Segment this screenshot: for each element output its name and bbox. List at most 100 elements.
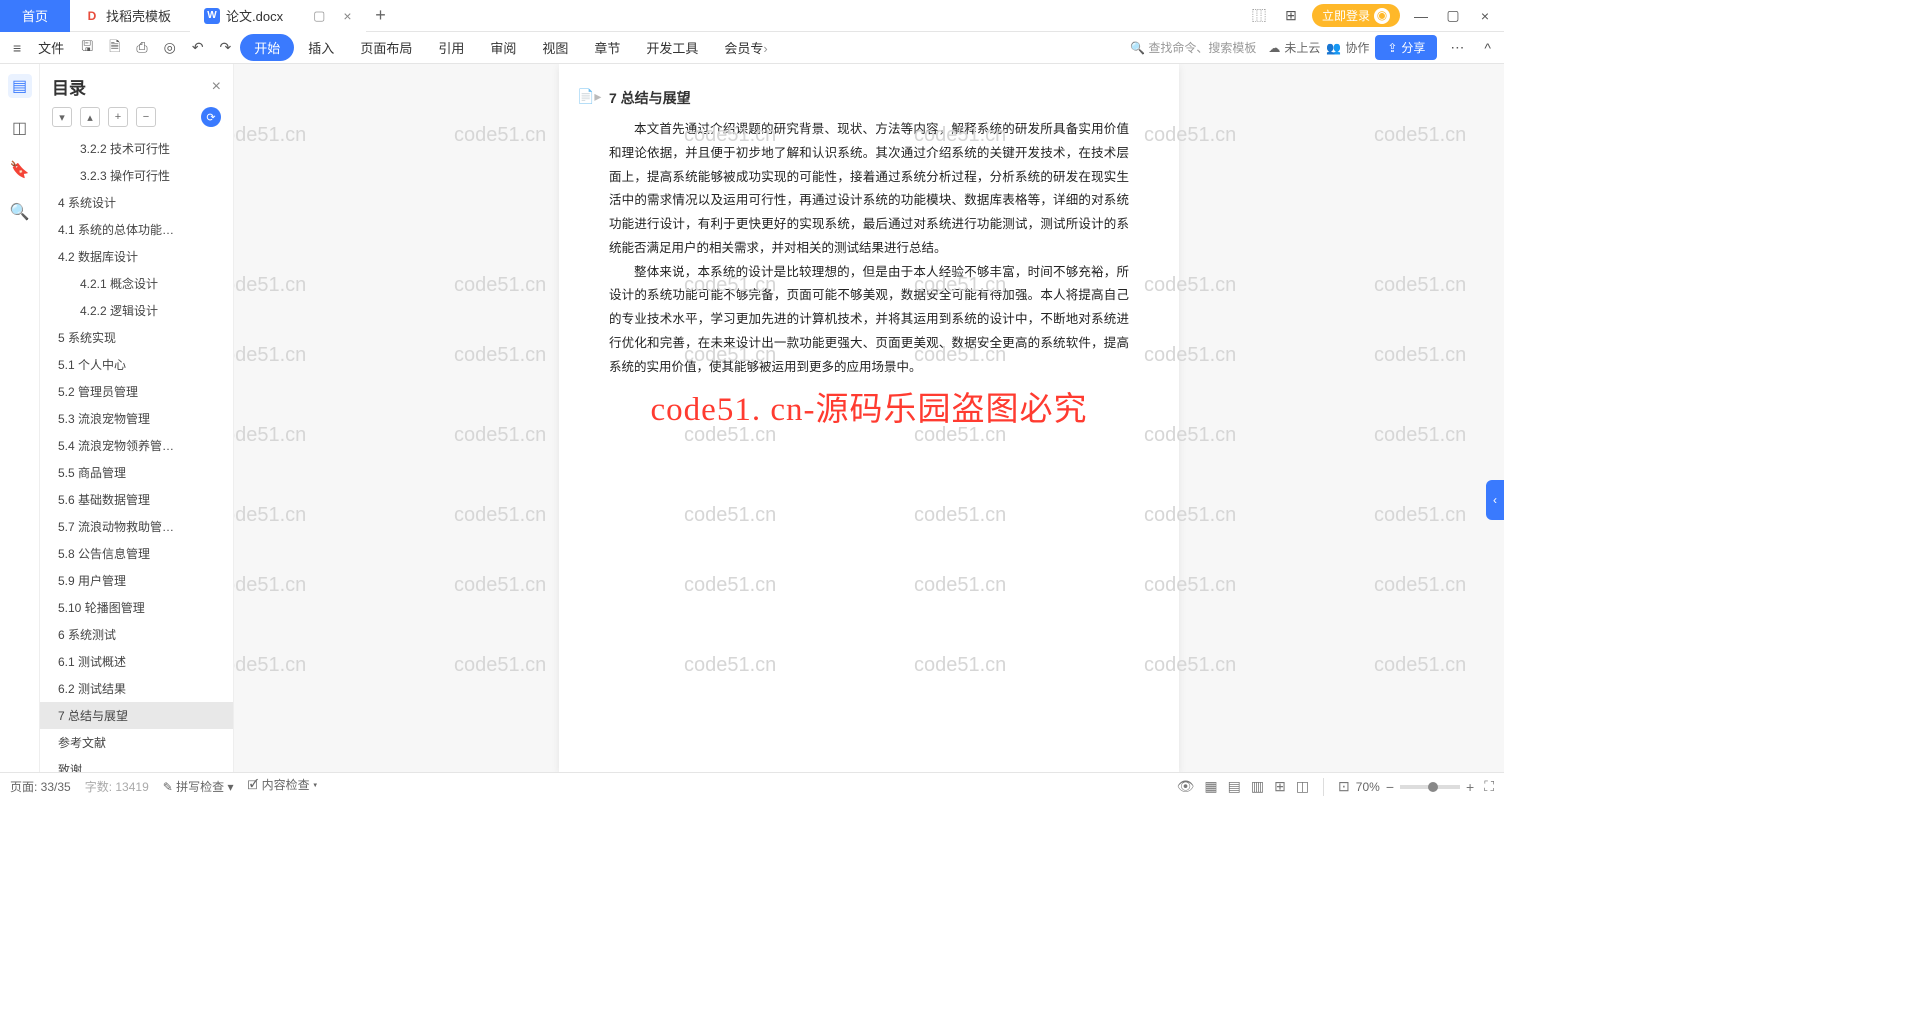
tab-document[interactable]: W 论文.docx ▢ ×	[190, 0, 366, 32]
outline-add-icon[interactable]: +	[108, 107, 128, 127]
outline-item[interactable]: 致谢	[40, 756, 233, 772]
outline-item[interactable]: 5.1 个人中心	[40, 351, 233, 378]
eye-icon[interactable]: 👁	[1177, 778, 1195, 795]
view-web-icon[interactable]: ▥	[1251, 778, 1264, 795]
outline-item[interactable]: 参考文献	[40, 729, 233, 756]
outline-item[interactable]: 5.9 用户管理	[40, 567, 233, 594]
share-icon: ⇪	[1387, 41, 1397, 55]
tab-home[interactable]: 首页	[0, 0, 70, 32]
close-icon[interactable]: ×	[343, 8, 351, 24]
side-drawer-tab[interactable]: ‹	[1486, 480, 1504, 520]
rail-outline-icon[interactable]: ▤	[8, 74, 32, 98]
avatar-icon: ◉	[1374, 8, 1390, 24]
ribbon-tab-member[interactable]: 会员专›	[712, 34, 779, 61]
outline-item[interactable]: 5.7 流浪动物救助管…	[40, 513, 233, 540]
outline-list[interactable]: 3.2.2 技术可行性3.2.3 操作可行性4 系统设计4.1 系统的总体功能……	[40, 135, 233, 772]
outline-item[interactable]: 5 系统实现	[40, 324, 233, 351]
ribbon-tab-dev[interactable]: 开发工具	[634, 34, 710, 61]
outline-item[interactable]: 6.2 测试结果	[40, 675, 233, 702]
menu-icon[interactable]: ≡	[6, 36, 28, 60]
view-read-icon[interactable]: ⊞	[1274, 778, 1286, 795]
ribbon-tab-insert[interactable]: 插入	[296, 34, 346, 61]
search-input[interactable]: 🔍 查找命令、搜索模板	[1124, 39, 1262, 56]
outline-item[interactable]: 5.6 基础数据管理	[40, 486, 233, 513]
zoom-value[interactable]: 70%	[1356, 780, 1380, 794]
document-area[interactable]: 📄▸ 7 总结与展望 本文首先通过介绍课题的研究背景、现状、方法等内容，解释系统…	[234, 64, 1504, 772]
zoom-slider[interactable]	[1400, 785, 1460, 789]
cloud-status[interactable]: ☁未上云	[1268, 39, 1320, 56]
minimize-icon[interactable]: —	[1410, 8, 1432, 24]
rail-clip-icon[interactable]: ◫	[8, 116, 32, 140]
outline-item[interactable]: 4.1 系统的总体功能…	[40, 216, 233, 243]
save-icon[interactable]: 🖫	[74, 32, 100, 64]
apps-icon[interactable]: ⊞	[1280, 7, 1302, 24]
status-words[interactable]: 字数: 13419	[85, 778, 149, 795]
outline-item[interactable]: 6.1 测试概述	[40, 648, 233, 675]
maximize-icon[interactable]: ▢	[1442, 7, 1464, 24]
view-page-icon[interactable]: ▦	[1204, 778, 1217, 795]
ribbon-tab-reference[interactable]: 引用	[426, 34, 476, 61]
outline-close-icon[interactable]: ×	[212, 78, 221, 96]
outline-item[interactable]: 5.4 流浪宠物领养管…	[40, 432, 233, 459]
status-spellcheck[interactable]: ✎ 拼写检查 ▾	[163, 778, 234, 795]
statusbar: 页面: 33/35 字数: 13419 ✎ 拼写检查 ▾ 🗹 内容检查 ▾ 👁 …	[0, 772, 1504, 800]
zoom-out-icon[interactable]: −	[1386, 779, 1394, 795]
outline-item[interactable]: 6 系统测试	[40, 621, 233, 648]
outline-collapse-icon[interactable]: ▾	[52, 107, 72, 127]
bg-watermark: code51.cn	[234, 504, 306, 527]
more-icon[interactable]: ⋯	[1443, 35, 1471, 60]
outline-item[interactable]: 5.8 公告信息管理	[40, 540, 233, 567]
tab-template[interactable]: D 找稻壳模板	[70, 0, 190, 32]
outline-sync-icon[interactable]: ⟳	[201, 107, 221, 127]
file-menu[interactable]: 文件	[30, 34, 72, 61]
view-outline-icon[interactable]: ▤	[1228, 778, 1241, 795]
status-page[interactable]: 页面: 33/35	[10, 778, 71, 795]
reader-mode-icon[interactable]: ⿲	[1248, 6, 1270, 26]
rail-bookmark-icon[interactable]: 🔖	[8, 158, 32, 182]
outline-remove-icon[interactable]: −	[136, 107, 156, 127]
outline-item[interactable]: 4.2.1 概念设计	[40, 270, 233, 297]
undo-icon[interactable]: ↶	[185, 35, 211, 60]
print-icon[interactable]: ⎙	[129, 35, 154, 60]
outline-item[interactable]: 5.2 管理员管理	[40, 378, 233, 405]
redo-icon[interactable]: ↷	[213, 35, 239, 60]
paragraph-2: 整体来说，本系统的设计是比较理想的，但是由于本人经验不够丰富，时间不够充裕，所设…	[609, 261, 1129, 380]
status-contentcheck[interactable]: 🗹 内容检查 ▾	[248, 776, 318, 797]
outline-item[interactable]: 5.5 商品管理	[40, 459, 233, 486]
outline-item[interactable]: 3.2.2 技术可行性	[40, 135, 233, 162]
bg-watermark: code51.cn	[1374, 424, 1466, 447]
new-tab-button[interactable]: +	[366, 5, 396, 26]
bg-watermark: code51.cn	[454, 504, 546, 527]
outline-expand-icon[interactable]: ▴	[80, 107, 100, 127]
collapse-ribbon-icon[interactable]: ^	[1477, 36, 1498, 60]
fullscreen-icon[interactable]: ⛶	[1484, 778, 1494, 795]
outline-item[interactable]: 7 总结与展望	[40, 702, 233, 729]
share-button[interactable]: ⇪分享	[1375, 35, 1437, 60]
tab-popout-icon[interactable]: ▢	[313, 8, 325, 24]
close-window-icon[interactable]: ×	[1474, 8, 1496, 24]
zoom-fit-icon[interactable]: ⊡	[1338, 778, 1350, 795]
outline-item[interactable]: 5.3 流浪宠物管理	[40, 405, 233, 432]
titlebar: 首页 D 找稻壳模板 W 论文.docx ▢ × + ⿲ ⊞ 立即登录 ◉ — …	[0, 0, 1504, 32]
outline-item[interactable]: 4 系统设计	[40, 189, 233, 216]
outline-item[interactable]: 3.2.3 操作可行性	[40, 162, 233, 189]
outline-item[interactable]: 5.10 轮播图管理	[40, 594, 233, 621]
save-as-icon[interactable]: 🗎	[102, 32, 127, 64]
ribbon: ≡ 文件 🖫 🗎 ⎙ ◎ ↶ ↷ 开始 插入 页面布局 引用 审阅 视图 章节 …	[0, 32, 1504, 64]
zoom-in-icon[interactable]: +	[1466, 779, 1474, 795]
ribbon-tab-start[interactable]: 开始	[240, 34, 294, 61]
tab-document-label: 论文.docx	[226, 6, 283, 25]
bg-watermark: code51.cn	[234, 344, 306, 367]
bg-watermark: code51.cn	[454, 654, 546, 677]
ribbon-tab-review[interactable]: 审阅	[478, 34, 528, 61]
login-button[interactable]: 立即登录 ◉	[1312, 4, 1400, 27]
view-thumb-icon[interactable]: ◫	[1296, 778, 1309, 795]
ribbon-tab-chapter[interactable]: 章节	[582, 34, 632, 61]
outline-item[interactable]: 4.2.2 逻辑设计	[40, 297, 233, 324]
ribbon-tab-view[interactable]: 视图	[530, 34, 580, 61]
collab-button[interactable]: 👥协作	[1326, 39, 1369, 56]
rail-search-icon[interactable]: 🔍	[8, 200, 32, 224]
ribbon-tab-layout[interactable]: 页面布局	[348, 34, 424, 61]
outline-item[interactable]: 4.2 数据库设计	[40, 243, 233, 270]
preview-icon[interactable]: ◎	[157, 35, 183, 60]
